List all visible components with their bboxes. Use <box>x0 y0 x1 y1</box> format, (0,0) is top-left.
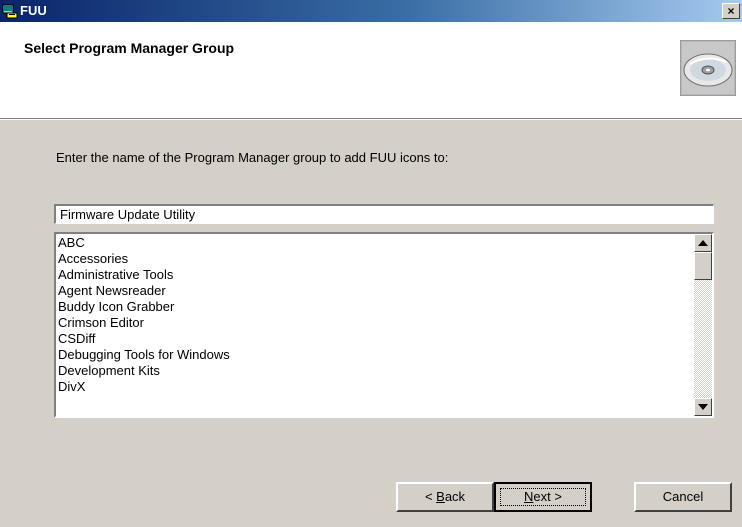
close-button[interactable]: × <box>722 3 740 19</box>
scroll-thumb[interactable] <box>694 252 712 280</box>
scroll-up-button[interactable] <box>694 234 712 252</box>
setup-app-icon <box>2 4 18 19</box>
wizard-header: Select Program Manager Group <box>0 22 742 119</box>
list-item[interactable]: CSDiff <box>58 331 230 347</box>
arrow-down-icon <box>698 404 708 410</box>
list-item[interactable]: Buddy Icon Grabber <box>58 299 230 315</box>
group-listbox[interactable]: ABC Accessories Administrative Tools Age… <box>54 232 714 418</box>
cancel-button[interactable]: Cancel <box>634 482 732 512</box>
scroll-down-button[interactable] <box>694 398 712 416</box>
page-title: Select Program Manager Group <box>24 40 235 56</box>
arrow-up-icon <box>698 240 708 246</box>
list-item[interactable]: Agent Newsreader <box>58 283 230 299</box>
list-item[interactable]: Debugging Tools for Windows <box>58 347 230 363</box>
group-name-input[interactable] <box>54 204 714 224</box>
group-list: ABC Accessories Administrative Tools Age… <box>58 235 230 395</box>
list-item[interactable]: Administrative Tools <box>58 267 230 283</box>
window-title: FUU <box>20 3 47 18</box>
header-divider <box>0 119 742 120</box>
title-bar[interactable]: FUU × <box>0 0 742 22</box>
instruction-text: Enter the name of the Program Manager gr… <box>56 150 449 165</box>
cd-disc-icon <box>680 40 736 96</box>
back-button[interactable]: < Back <box>396 482 494 512</box>
list-item[interactable]: Development Kits <box>58 363 230 379</box>
vertical-scrollbar[interactable] <box>694 234 712 416</box>
next-button[interactable]: Next > <box>494 482 592 512</box>
list-item[interactable]: DivX <box>58 379 230 395</box>
back-prefix: < <box>424 489 437 504</box>
back-accel: B <box>436 489 445 504</box>
close-icon: × <box>727 4 735 18</box>
list-item[interactable]: Accessories <box>58 251 230 267</box>
focus-rectangle <box>500 488 586 506</box>
list-item[interactable]: Crimson Editor <box>58 315 230 331</box>
list-item[interactable]: ABC <box>58 235 230 251</box>
back-rest: ack <box>444 489 466 504</box>
